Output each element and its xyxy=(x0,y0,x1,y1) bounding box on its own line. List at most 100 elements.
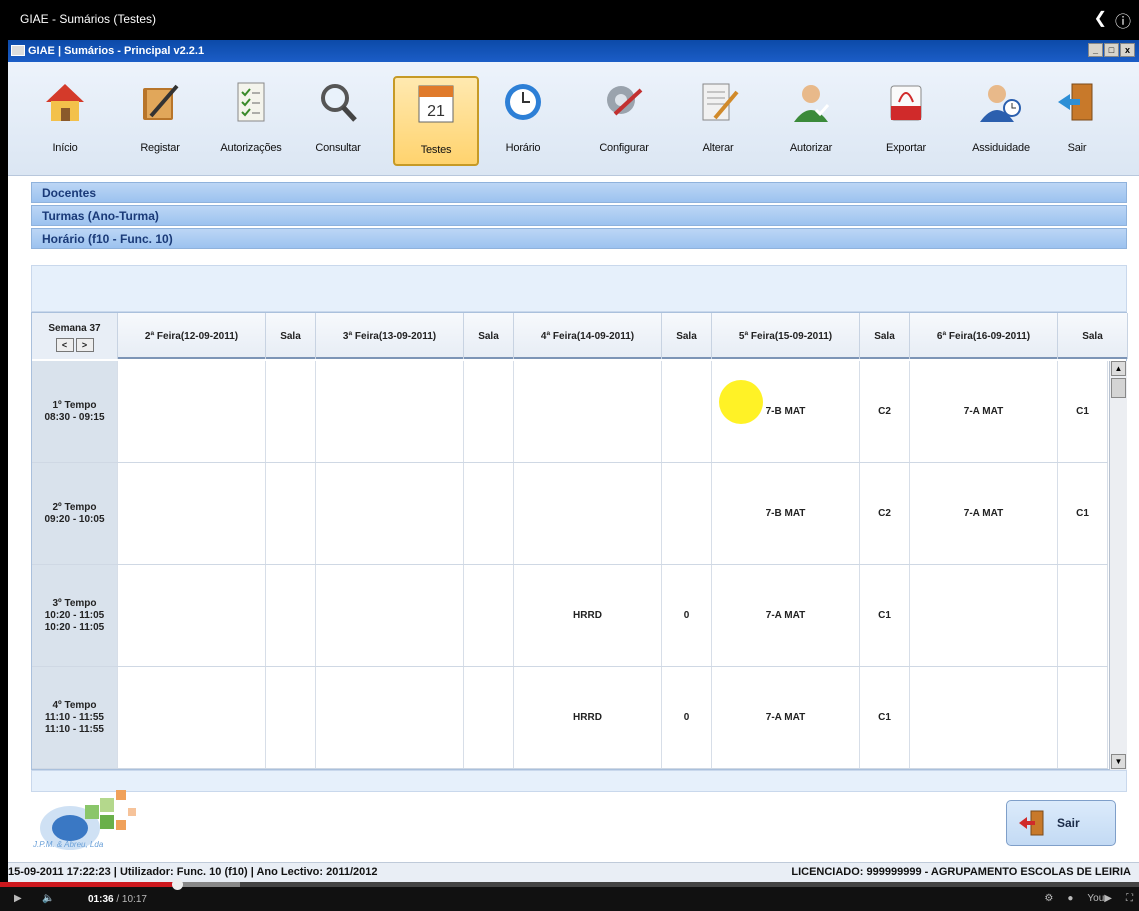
class-cell[interactable] xyxy=(910,565,1058,666)
toolbar-assiduidade[interactable]: Assiduidade xyxy=(961,76,1041,166)
scrubber-knob[interactable] xyxy=(171,879,183,890)
class-cell[interactable]: HRRD xyxy=(514,667,662,768)
scroll-down-button[interactable]: ▼ xyxy=(1111,754,1126,769)
class-cell[interactable] xyxy=(316,463,464,564)
youtube-logo[interactable]: You▶ xyxy=(1087,893,1112,904)
grid-footer xyxy=(31,770,1127,792)
column-header[interactable]: Sala xyxy=(662,313,712,359)
column-header[interactable]: 5ª Feira(15-09-2011) xyxy=(712,313,860,359)
class-cell[interactable] xyxy=(118,463,266,564)
room-cell[interactable]: 0 xyxy=(662,565,712,666)
room-cell[interactable]: C1 xyxy=(860,667,910,768)
room-cell[interactable] xyxy=(266,565,316,666)
room-cell[interactable]: C2 xyxy=(860,463,910,564)
column-header[interactable]: 6ª Feira(16-09-2011) xyxy=(910,313,1058,359)
class-cell[interactable]: HRRD xyxy=(514,565,662,666)
vertical-scrollbar[interactable]: ▲ ▼ xyxy=(1109,361,1127,771)
column-header[interactable]: Sala xyxy=(266,313,316,359)
info-icon[interactable]: ⓘ xyxy=(1115,8,1131,32)
class-cell[interactable]: 7-A MAT xyxy=(712,667,860,768)
class-cell[interactable]: 7-A MAT xyxy=(712,565,860,666)
next-week-button[interactable]: > xyxy=(75,337,94,352)
column-header[interactable]: Sala xyxy=(860,313,910,359)
schedule-header: Semana 37 < > 2ª Feira(12-09-2011) Sala … xyxy=(32,313,1128,359)
toolbar-testes[interactable]: 21 Testes xyxy=(393,76,479,166)
time-display: 01:36 / 10:17 xyxy=(88,894,147,905)
room-cell[interactable] xyxy=(662,463,712,564)
week-label: Semana 37 xyxy=(48,322,101,334)
minimize-button[interactable]: _ xyxy=(1088,43,1103,57)
room-cell[interactable] xyxy=(662,361,712,462)
toolbar-sair[interactable]: Sair xyxy=(1042,76,1112,166)
time-slot-line: 11:10 - 11:55 xyxy=(45,723,104,735)
room-cell[interactable] xyxy=(1058,565,1108,666)
column-header[interactable]: 4ª Feira(14-09-2011) xyxy=(514,313,662,359)
class-cell[interactable]: 7-A MAT xyxy=(910,463,1058,564)
column-header[interactable]: 2ª Feira(12-09-2011) xyxy=(118,313,266,359)
toolbar-autorizar[interactable]: Autorizar xyxy=(771,76,851,166)
room-cell[interactable] xyxy=(464,565,514,666)
room-cell[interactable] xyxy=(266,463,316,564)
class-cell[interactable] xyxy=(514,463,662,564)
section-horario[interactable]: Horário (f10 - Func. 10) xyxy=(31,228,1127,249)
maximize-button[interactable]: □ xyxy=(1104,43,1119,57)
scroll-thumb[interactable] xyxy=(1111,378,1126,398)
status-right: LICENCIADO: 999999999 - AGRUPAMENTO ESCO… xyxy=(791,866,1131,878)
progress-bar[interactable] xyxy=(0,879,1139,890)
fullscreen-icon[interactable]: ⛶ xyxy=(1126,893,1133,904)
time-slot-line: 11:10 - 11:55 xyxy=(45,711,104,723)
room-cell[interactable] xyxy=(266,667,316,768)
room-cell[interactable]: C1 xyxy=(1058,361,1108,462)
prev-week-button[interactable]: < xyxy=(55,337,74,352)
toolbar-alterar[interactable]: Alterar xyxy=(678,76,758,166)
toolbar-label: Horário xyxy=(505,142,541,154)
toolbar-horario[interactable]: Horário xyxy=(483,76,563,166)
room-cell[interactable]: 0 xyxy=(662,667,712,768)
class-cell[interactable] xyxy=(316,667,464,768)
room-cell[interactable] xyxy=(1058,667,1108,768)
column-header[interactable]: 3ª Feira(13-09-2011) xyxy=(316,313,464,359)
time-slot-line: 09:20 - 10:05 xyxy=(44,513,105,525)
toolbar-configurar[interactable]: Configurar xyxy=(584,76,664,166)
close-button[interactable]: x xyxy=(1120,43,1135,57)
quality-icon[interactable]: ● xyxy=(1067,893,1073,904)
room-cell[interactable] xyxy=(464,361,514,462)
class-cell[interactable] xyxy=(118,361,266,462)
share-icon[interactable]: ❮ xyxy=(1094,8,1107,32)
toolbar-label: Alterar xyxy=(702,142,734,154)
exit-button[interactable]: Sair xyxy=(1006,800,1116,846)
toolbar-label: Registar xyxy=(140,142,180,154)
class-cell[interactable] xyxy=(514,361,662,462)
toolbar-registar[interactable]: Registar xyxy=(120,76,200,166)
toolbar-label: Assiduidade xyxy=(972,142,1030,154)
column-header[interactable]: Sala xyxy=(1058,313,1128,359)
play-icon[interactable]: ▶ xyxy=(14,893,22,904)
class-cell[interactable] xyxy=(118,667,266,768)
class-cell[interactable] xyxy=(316,565,464,666)
class-cell[interactable] xyxy=(316,361,464,462)
room-cell[interactable]: C1 xyxy=(1058,463,1108,564)
volume-icon[interactable]: 🔈 xyxy=(42,893,54,904)
toolbar-label: Autorizar xyxy=(789,142,833,154)
class-cell[interactable]: 7-B MAT xyxy=(712,463,860,564)
room-cell[interactable]: C1 xyxy=(860,565,910,666)
app-icon xyxy=(11,45,25,56)
room-cell[interactable] xyxy=(464,667,514,768)
status-left: 15-09-2011 17:22:23 | Utilizador: Func. … xyxy=(8,866,378,878)
toolbar-autorizacoes[interactable]: Autorizações xyxy=(211,76,291,166)
video-title[interactable]: GIAE - Sumários (Testes) xyxy=(20,12,156,26)
toolbar-consultar[interactable]: Consultar xyxy=(298,76,378,166)
scroll-up-button[interactable]: ▲ xyxy=(1111,361,1126,376)
section-docentes[interactable]: Docentes xyxy=(31,182,1127,203)
settings-icon[interactable]: ⚙ xyxy=(1044,893,1053,904)
toolbar-exportar[interactable]: Exportar xyxy=(866,76,946,166)
class-cell[interactable] xyxy=(118,565,266,666)
room-cell[interactable] xyxy=(266,361,316,462)
section-turmas[interactable]: Turmas (Ano-Turma) xyxy=(31,205,1127,226)
class-cell[interactable] xyxy=(910,667,1058,768)
toolbar-inicio[interactable]: Início xyxy=(25,76,105,166)
room-cell[interactable]: C2 xyxy=(860,361,910,462)
column-header[interactable]: Sala xyxy=(464,313,514,359)
class-cell[interactable]: 7-A MAT xyxy=(910,361,1058,462)
room-cell[interactable] xyxy=(464,463,514,564)
